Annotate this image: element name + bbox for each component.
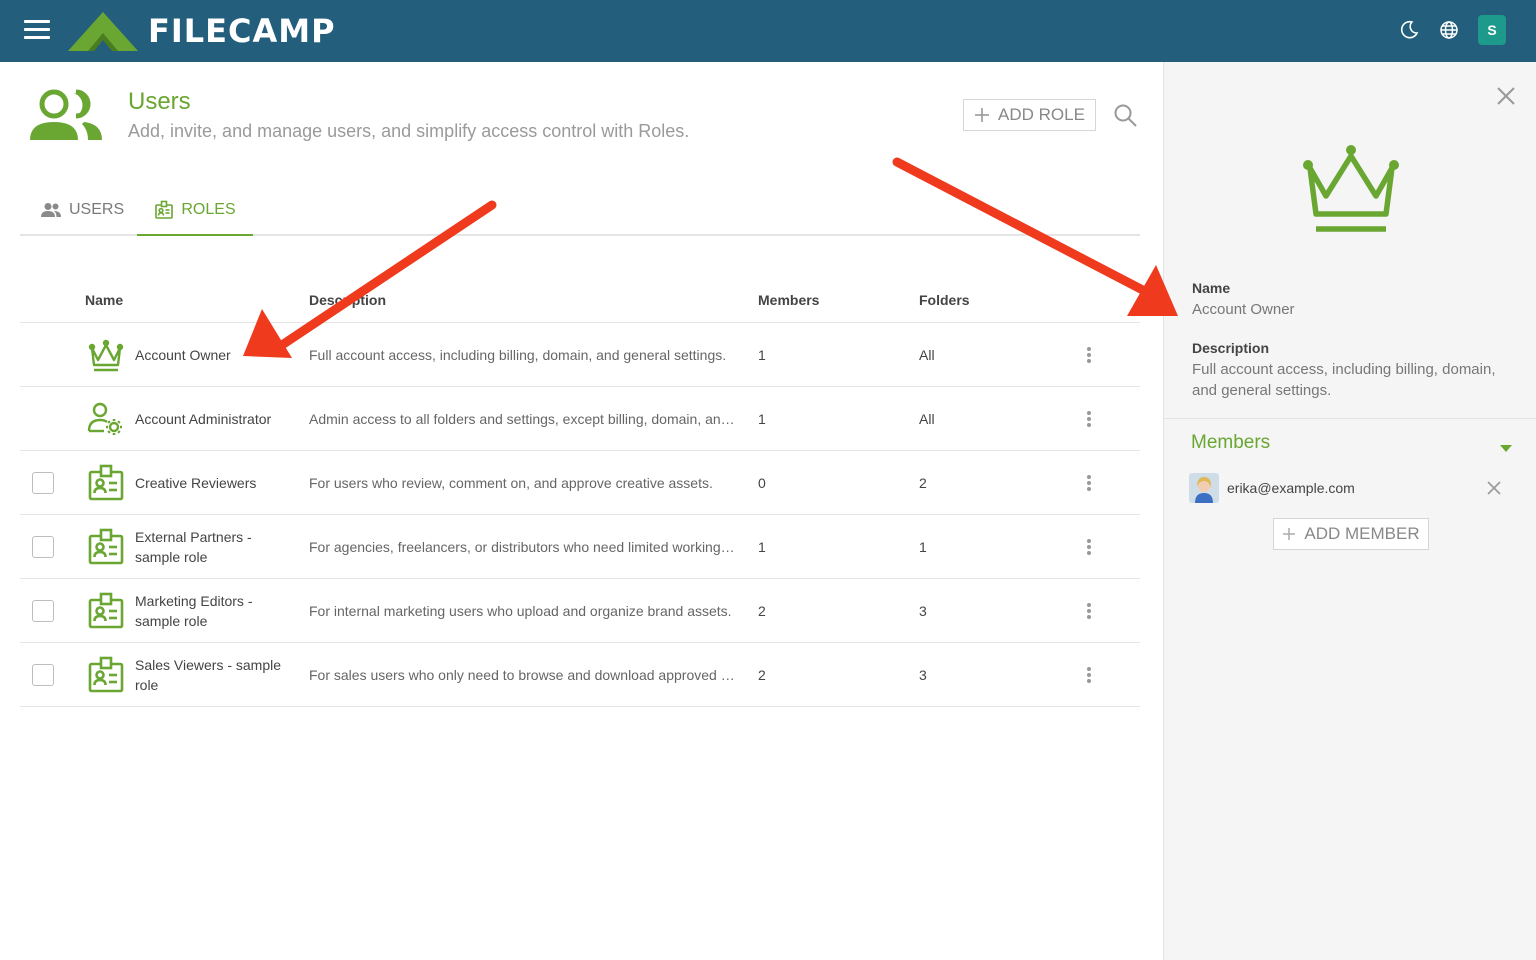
role-members-count: 2 — [758, 667, 766, 683]
tab-bar: USERS ROLES — [20, 186, 1140, 236]
id-badge-icon — [86, 655, 126, 695]
more-options-icon[interactable] — [1084, 537, 1094, 557]
plus-icon — [975, 108, 990, 122]
id-badge-icon — [86, 463, 126, 503]
page-subtitle: Add, invite, and manage users, and simpl… — [128, 121, 690, 141]
role-members-count: 1 — [758, 347, 766, 363]
role-folders-count: 3 — [919, 603, 927, 619]
detail-description-value: Full account access, including billing, … — [1192, 361, 1496, 399]
search-icon[interactable] — [1113, 103, 1139, 129]
column-description[interactable]: Description — [309, 292, 386, 308]
role-description: For sales users who only need to browse … — [309, 667, 737, 683]
language-globe-icon[interactable] — [1438, 19, 1460, 41]
detail-name-value: Account Owner — [1192, 301, 1295, 318]
row-checkbox[interactable] — [32, 536, 54, 558]
crown-icon — [86, 335, 126, 375]
column-name[interactable]: Name — [85, 292, 123, 308]
role-folders-count: 1 — [919, 539, 927, 555]
panel-divider — [1164, 418, 1536, 419]
id-badge-icon — [86, 591, 126, 631]
table-row[interactable]: Account Owner Full account access, inclu… — [20, 323, 1140, 387]
add-member-label: ADD MEMBER — [1304, 524, 1420, 543]
roles-table-header: Name Description Members Folders — [20, 276, 1140, 323]
role-members-count: 2 — [758, 603, 766, 619]
detail-name-label: Name — [1192, 280, 1231, 296]
role-name[interactable]: Creative Reviewers — [135, 451, 295, 515]
more-options-icon[interactable] — [1084, 665, 1094, 685]
top-bar: FILECAMP S — [0, 0, 1536, 62]
users-group-icon — [26, 86, 106, 146]
more-options-icon[interactable] — [1084, 601, 1094, 621]
id-badge-icon — [155, 200, 174, 219]
menu-icon[interactable] — [24, 20, 50, 40]
tab-roles[interactable]: ROLES — [137, 186, 253, 236]
user-avatar[interactable]: S — [1478, 15, 1506, 45]
add-role-button[interactable]: ADD ROLE — [963, 99, 1096, 131]
more-options-icon[interactable] — [1084, 409, 1094, 429]
role-name[interactable]: Sales Viewers - sample role — [135, 643, 295, 707]
role-description: For agencies, freelancers, or distributo… — [309, 539, 737, 555]
row-checkbox[interactable] — [32, 600, 54, 622]
member-email: erika@example.com — [1227, 480, 1355, 496]
logo[interactable]: FILECAMP — [68, 8, 336, 54]
logo-mountain-icon — [68, 12, 138, 51]
table-row[interactable]: Marketing Editors - sample role For inte… — [20, 579, 1140, 643]
table-row[interactable]: External Partners - sample role For agen… — [20, 515, 1140, 579]
column-folders[interactable]: Folders — [919, 292, 970, 308]
remove-member-icon[interactable] — [1486, 480, 1502, 496]
role-detail-panel: Name Account Owner Description Full acco… — [1163, 62, 1536, 960]
users-icon — [41, 203, 61, 217]
brand-name: FILECAMP — [148, 12, 336, 50]
member-avatar — [1189, 473, 1219, 503]
role-name[interactable]: Marketing Editors - sample role — [135, 579, 295, 643]
chevron-down-icon[interactable] — [1500, 440, 1512, 452]
role-folders-count: 3 — [919, 667, 927, 683]
role-members-count: 1 — [758, 411, 766, 427]
column-members[interactable]: Members — [758, 292, 819, 308]
page-title: Users — [128, 88, 191, 115]
id-badge-icon — [86, 527, 126, 567]
table-row[interactable]: Account Administrator Admin access to al… — [20, 387, 1140, 451]
role-members-count: 0 — [758, 475, 766, 491]
dark-mode-moon-icon[interactable] — [1398, 19, 1420, 41]
tab-roles-label: ROLES — [181, 201, 236, 218]
row-checkbox[interactable] — [32, 664, 54, 686]
role-description: Full account access, including billing, … — [309, 347, 727, 363]
role-folders-count: All — [919, 411, 935, 427]
members-section-title[interactable]: Members — [1191, 432, 1270, 454]
role-name[interactable]: External Partners - sample role — [135, 515, 295, 579]
role-description: For internal marketing users who upload … — [309, 603, 732, 619]
detail-description-label: Description — [1192, 340, 1270, 356]
more-options-icon[interactable] — [1084, 473, 1094, 493]
role-description: For users who review, comment on, and ap… — [309, 475, 713, 491]
role-name[interactable]: Account Owner — [135, 323, 295, 387]
row-checkbox[interactable] — [32, 472, 54, 494]
add-role-label: ADD ROLE — [998, 105, 1085, 124]
user-gear-icon — [86, 399, 126, 439]
add-member-button[interactable]: ADD MEMBER — [1273, 518, 1429, 550]
table-row[interactable]: Creative Reviewers For users who review,… — [20, 451, 1140, 515]
tab-users-label: USERS — [69, 201, 125, 218]
tab-users[interactable]: USERS — [40, 186, 124, 234]
table-row[interactable]: Sales Viewers - sample role For sales us… — [20, 643, 1140, 707]
role-members-count: 1 — [758, 539, 766, 555]
role-description: Admin access to all folders and settings… — [309, 411, 737, 427]
role-folders-count: All — [919, 347, 935, 363]
more-options-icon[interactable] — [1084, 345, 1094, 365]
role-folders-count: 2 — [919, 475, 927, 491]
plus-icon — [1283, 528, 1296, 540]
role-name[interactable]: Account Administrator — [135, 387, 295, 451]
close-icon[interactable] — [1494, 84, 1518, 108]
crown-icon — [1296, 138, 1406, 238]
